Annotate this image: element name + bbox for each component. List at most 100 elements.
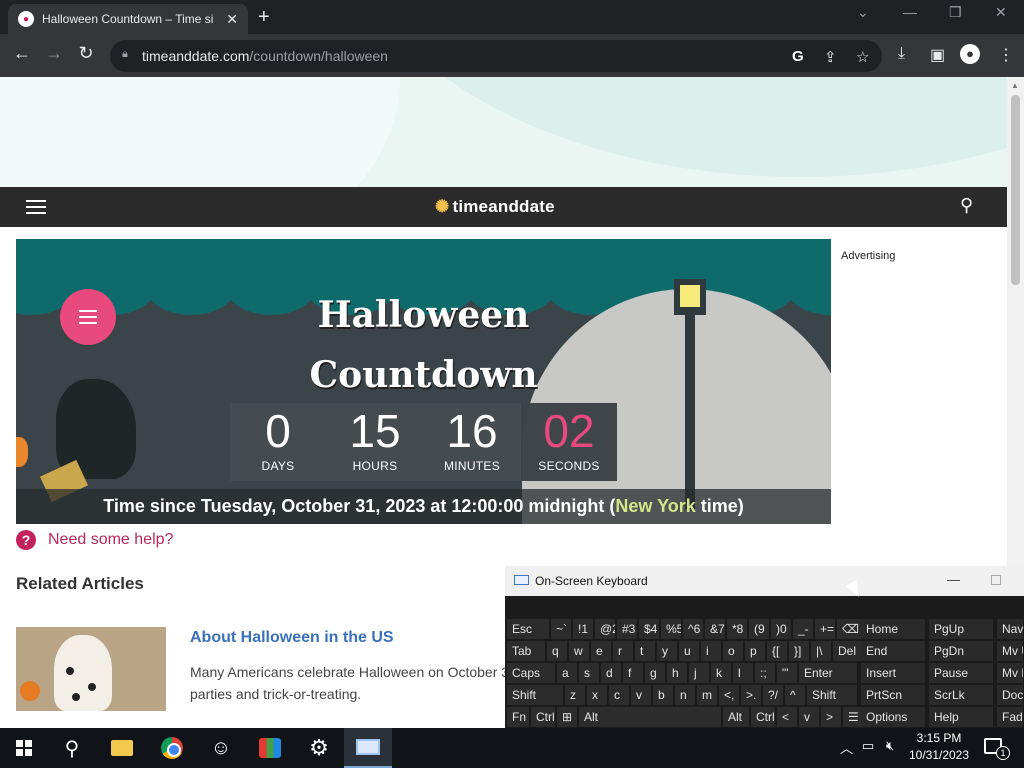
osk-key[interactable]: d bbox=[601, 663, 621, 683]
osk-key[interactable]: Alt bbox=[723, 707, 749, 727]
osk-key[interactable]: n bbox=[675, 685, 695, 705]
osk-nav-key[interactable]: PgUp bbox=[929, 619, 993, 639]
osk-key[interactable]: <, bbox=[719, 685, 739, 705]
osk-key[interactable]: += bbox=[815, 619, 835, 639]
osk-nav-key[interactable]: Pause bbox=[929, 663, 993, 683]
osk-key[interactable]: f bbox=[623, 663, 643, 683]
site-logo[interactable]: ✺ timeanddate bbox=[435, 197, 555, 217]
osk-nav-key[interactable]: ScrLk bbox=[929, 685, 993, 705]
osk-key[interactable]: !1 bbox=[573, 619, 593, 639]
minimize-window-icon[interactable]: — bbox=[903, 4, 917, 20]
scrollbar-thumb[interactable] bbox=[1011, 95, 1020, 285]
osk-key[interactable]: r bbox=[613, 641, 633, 661]
osk-key[interactable]: ?/ bbox=[763, 685, 783, 705]
scroll-up-icon[interactable]: ▲ bbox=[1011, 81, 1019, 90]
osk-key[interactable]: p bbox=[745, 641, 765, 661]
bookmark-star-icon[interactable]: ☆ bbox=[856, 48, 869, 66]
chrome-taskbar-button[interactable] bbox=[148, 728, 196, 768]
share-icon[interactable]: ⇪ bbox=[824, 48, 837, 66]
osk-key[interactable]: u bbox=[679, 641, 699, 661]
osk-key[interactable]: :; bbox=[755, 663, 775, 683]
osk-key[interactable]: v bbox=[799, 707, 819, 727]
osk-nav-key[interactable]: PgDn bbox=[929, 641, 993, 661]
back-arrow-icon[interactable]: ← bbox=[10, 43, 34, 64]
reload-icon[interactable]: ↻ bbox=[74, 43, 98, 64]
osk-nav-key[interactable]: Mv Dn bbox=[997, 663, 1023, 683]
osk-key[interactable]: w bbox=[569, 641, 589, 661]
osk-key[interactable]: q bbox=[547, 641, 567, 661]
osk-key[interactable]: h bbox=[667, 663, 687, 683]
osk-nav-key[interactable]: Dock bbox=[997, 685, 1023, 705]
close-tab-icon[interactable]: ✕ bbox=[226, 11, 238, 28]
osk-key[interactable]: "' bbox=[777, 663, 797, 683]
start-button[interactable] bbox=[0, 728, 48, 768]
osk-key[interactable]: x bbox=[587, 685, 607, 705]
osk-key[interactable]: %5 bbox=[661, 619, 681, 639]
osk-key[interactable]: g bbox=[645, 663, 665, 683]
osk-key[interactable]: Fn bbox=[507, 707, 529, 727]
osk-key[interactable]: )0 bbox=[771, 619, 791, 639]
help-link[interactable]: ? Need some help? bbox=[16, 530, 173, 550]
osk-key[interactable]: Caps bbox=[507, 663, 555, 683]
osk-maximize-icon[interactable] bbox=[991, 575, 1001, 585]
osk-key[interactable]: Tab bbox=[507, 641, 545, 661]
osk-key[interactable]: Shift bbox=[507, 685, 563, 705]
osk-key[interactable]: Esc bbox=[507, 619, 549, 639]
site-search-icon[interactable]: ⚲ bbox=[960, 195, 973, 216]
osk-key[interactable]: Alt bbox=[579, 707, 721, 727]
close-window-icon[interactable]: ✕ bbox=[995, 4, 1007, 21]
osk-title-bar[interactable]: On-Screen Keyboard — bbox=[505, 566, 1024, 596]
osk-key[interactable]: @2 bbox=[595, 619, 615, 639]
browser-tab-halloween[interactable]: ● Halloween Countdown – Time si ✕ bbox=[8, 4, 248, 34]
osk-key[interactable]: s bbox=[579, 663, 599, 683]
osk-key[interactable]: b bbox=[653, 685, 673, 705]
osk-key[interactable]: j bbox=[689, 663, 709, 683]
osk-nav-key[interactable]: Options bbox=[861, 707, 925, 727]
system-clock[interactable]: 3:15 PM 10/31/2023 bbox=[906, 730, 972, 764]
osk-key[interactable]: l bbox=[733, 663, 753, 683]
osk-key[interactable]: }] bbox=[789, 641, 809, 661]
app-taskbar-button-2[interactable] bbox=[246, 728, 294, 768]
osk-key[interactable]: c bbox=[609, 685, 629, 705]
osk-nav-key[interactable]: Nav bbox=[997, 619, 1023, 639]
reference-city-link[interactable]: New York bbox=[615, 496, 695, 516]
osk-key[interactable]: >. bbox=[741, 685, 761, 705]
osk-key[interactable]: (9 bbox=[749, 619, 769, 639]
osk-minimize-icon[interactable]: — bbox=[947, 566, 960, 594]
osk-key[interactable]: ^ bbox=[785, 685, 805, 705]
show-hidden-icons-chevron[interactable]: ︿ bbox=[840, 738, 853, 757]
osk-nav-key[interactable]: Mv Up bbox=[997, 641, 1023, 661]
download-icon[interactable]: ⤓ bbox=[898, 45, 905, 63]
tab-search-icon[interactable]: ⌄ bbox=[857, 4, 869, 21]
osk-key[interactable]: |\ bbox=[811, 641, 831, 661]
osk-key[interactable]: _- bbox=[793, 619, 813, 639]
osk-nav-key[interactable]: PrtScn bbox=[861, 685, 925, 705]
osk-key[interactable]: m bbox=[697, 685, 717, 705]
osk-key[interactable]: Ctrl bbox=[751, 707, 775, 727]
osk-nav-key[interactable]: Insert bbox=[861, 663, 925, 683]
osk-key[interactable]: ⊞ bbox=[557, 707, 577, 727]
file-explorer-button[interactable] bbox=[98, 728, 146, 768]
google-lens-icon[interactable]: G bbox=[792, 48, 804, 65]
osk-key[interactable]: < bbox=[777, 707, 797, 727]
osk-nav-key[interactable]: Fade bbox=[997, 707, 1023, 727]
more-menu-icon[interactable]: ⋮ bbox=[998, 45, 1014, 65]
site-menu-icon[interactable] bbox=[26, 200, 46, 218]
osk-key[interactable]: a bbox=[557, 663, 577, 683]
address-bar[interactable]: 🔒︎ timeanddate.com/countdown/halloween G… bbox=[110, 40, 882, 72]
osk-key[interactable]: o bbox=[723, 641, 743, 661]
osk-nav-key[interactable]: End bbox=[861, 641, 925, 661]
osk-key[interactable]: $4 bbox=[639, 619, 659, 639]
search-taskbar-button[interactable]: ⚲ bbox=[48, 728, 96, 768]
osk-key[interactable]: ~` bbox=[551, 619, 571, 639]
osk-key[interactable]: &7 bbox=[705, 619, 725, 639]
osk-key[interactable]: t bbox=[635, 641, 655, 661]
osk-key[interactable]: Enter bbox=[799, 663, 857, 683]
osk-key[interactable]: {[ bbox=[767, 641, 787, 661]
countdown-menu-button[interactable] bbox=[60, 289, 116, 345]
network-icon[interactable]: ▭ bbox=[862, 738, 874, 754]
restore-window-icon[interactable]: ❐ bbox=[949, 4, 962, 21]
volume-muted-icon[interactable]: 🔇︎ bbox=[886, 738, 894, 754]
osk-key[interactable]: Ctrl bbox=[531, 707, 555, 727]
osk-key[interactable]: Del bbox=[833, 641, 863, 661]
